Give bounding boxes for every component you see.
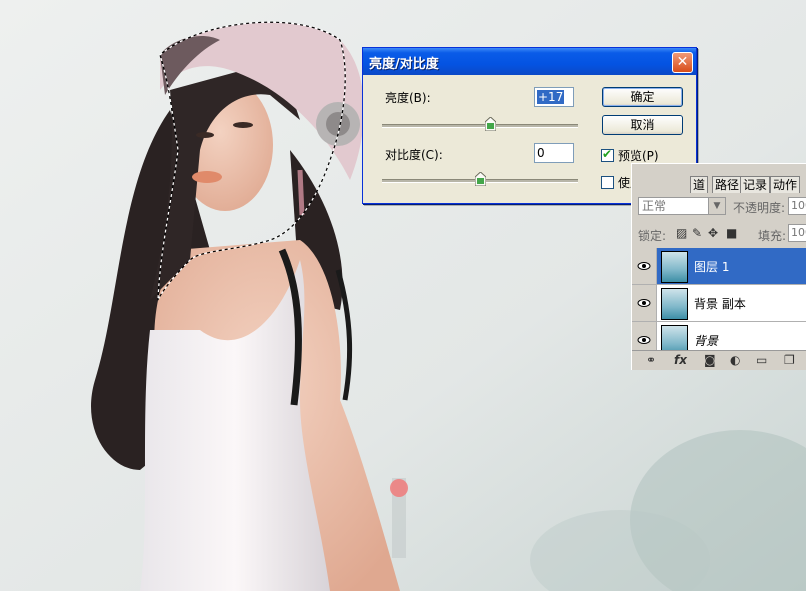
lock-move-icon[interactable]: ✥ [708,226,718,240]
dialog-titlebar[interactable]: 亮度/对比度 ✕ [363,48,696,75]
eye-icon[interactable] [632,285,657,321]
palette-tabs: 道 路径 记录 动作 [632,164,806,193]
mask-icon[interactable]: ◙ [704,353,716,367]
lock-row: 锁定: ▨ ✎ ✥ ■ 填充: 100 [632,224,806,244]
new-layer-icon[interactable]: ❐ [784,353,795,367]
layer-thumbnail [661,288,688,320]
link-icon[interactable]: ⚭ [646,353,656,367]
layer-thumbnail [661,251,688,283]
contrast-slider-thumb[interactable] [475,172,486,186]
fx-icon[interactable]: fx [674,353,687,367]
lock-all-icon[interactable]: ■ [726,226,737,240]
checkmark-icon: ✔ [602,147,613,161]
opacity-input[interactable]: 100 [788,197,806,215]
close-icon[interactable]: ✕ [672,52,693,73]
tab-history[interactable]: 记录 [740,176,771,193]
lock-transparent-icon[interactable]: ▨ [676,226,687,240]
contrast-label: 对比度(C): [385,148,443,162]
fill-label: 填充: [758,229,787,243]
layer-row[interactable]: 图层 1 [632,248,806,285]
dialog-title: 亮度/对比度 [369,57,439,72]
legacy-checkbox[interactable] [601,176,614,189]
brightness-label: 亮度(B): [385,91,431,105]
preview-checkbox[interactable]: ✔ [601,147,614,162]
layer-name: 背景 副本 [694,297,746,311]
ok-button[interactable]: 确定 [602,87,683,107]
brightness-input[interactable]: +17 [534,87,574,107]
blend-row: 正常 ▼ 不透明度: 100 [632,194,806,218]
lock-brush-icon[interactable]: ✎ [692,226,702,240]
blend-mode-value: 正常 [642,199,667,213]
tab-channels[interactable]: 道 [690,176,709,193]
layers-palette: 道 路径 记录 动作 正常 ▼ 不透明度: 100 锁定: ▨ ✎ ✥ ■ 填充… [631,163,806,370]
contrast-input[interactable]: 0 [534,143,574,163]
eye-icon[interactable] [632,248,657,284]
tab-actions[interactable]: 动作 [770,176,801,193]
fill-input[interactable]: 100 [788,224,806,242]
brightness-slider-track[interactable] [382,124,578,128]
layer-name: 图层 1 [694,260,730,274]
blend-mode-select[interactable]: 正常 ▼ [638,197,726,215]
opacity-label: 不透明度: [733,201,786,215]
preview-label: 预览(P) [618,149,659,163]
layer-name: 背景 [694,334,719,348]
cancel-button[interactable]: 取消 [602,115,683,135]
tab-paths[interactable]: 路径 [712,176,743,193]
brightness-value: +17 [537,90,565,104]
folder-icon[interactable]: ▭ [756,353,767,367]
contrast-value: 0 [537,146,545,160]
adjustment-icon[interactable]: ◐ [730,353,740,367]
chevron-down-icon: ▼ [708,198,725,214]
lock-label: 锁定: [638,229,667,243]
layer-row[interactable]: 背景 副本 [632,285,806,322]
palette-footer: ⚭ fx ◙ ◐ ▭ ❐ [632,350,806,370]
brightness-slider-thumb[interactable] [484,117,496,131]
